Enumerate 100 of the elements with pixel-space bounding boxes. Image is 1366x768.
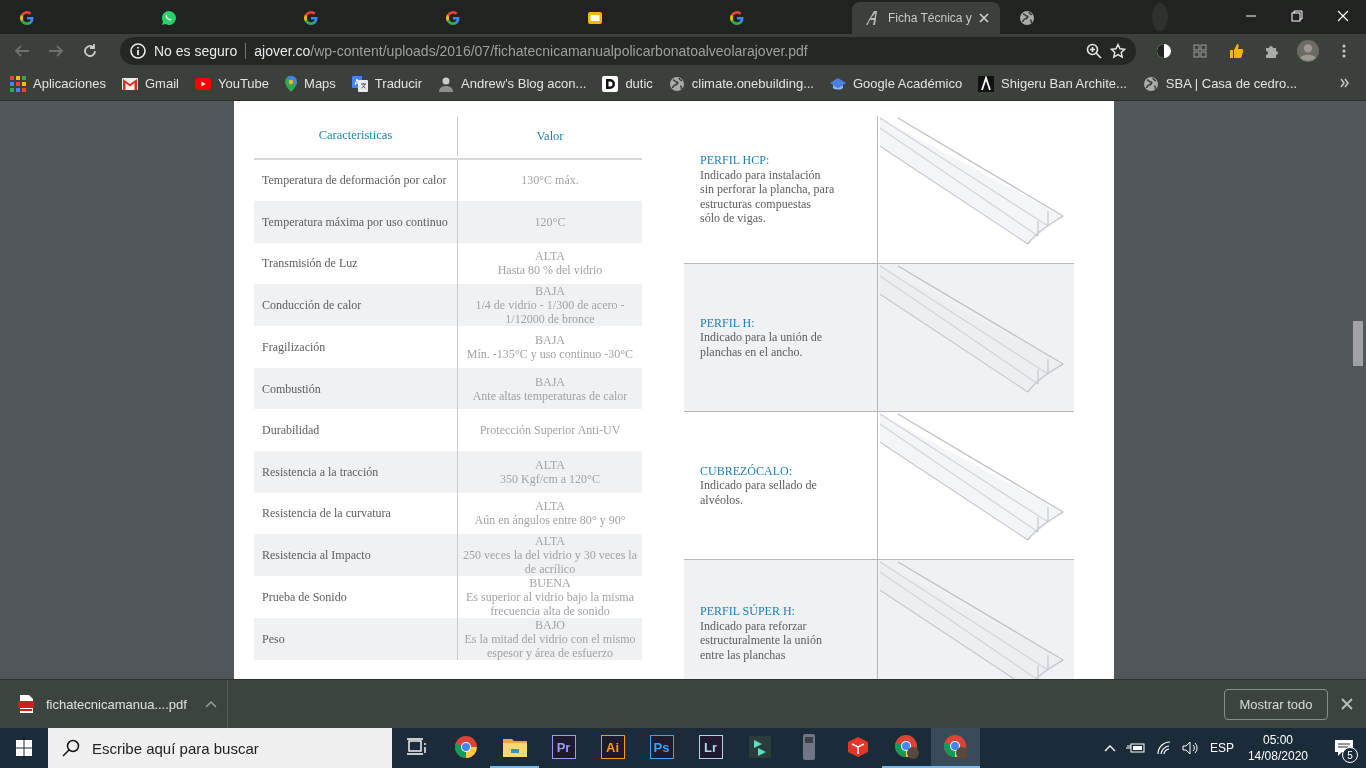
folder-icon (502, 737, 527, 757)
table-cell-text: ALTA Hasta 80 % del vidrio (496, 248, 604, 280)
apps-grid-icon (10, 75, 26, 92)
column-header: Valor (535, 128, 565, 146)
slides-icon (587, 10, 603, 26)
play-icon (194, 77, 211, 90)
app-icon (748, 736, 771, 758)
bookmark[interactable]: dutic (602, 75, 653, 92)
table-cell: Temperatura máxima por uso continuo (254, 201, 458, 243)
notification-count: 5 (1342, 747, 1358, 763)
table-cell: Resistencia a la tracción (254, 451, 458, 493)
address-bar[interactable]: No es seguro ajover.co/wp-content/uploads/2016/07/fichatecnicamanualpolicarbonatoalveolarajover.pdf (120, 36, 1136, 65)
app-icon: Lr (698, 735, 723, 759)
clock[interactable]: 05:00 14/08/2020 (1243, 732, 1312, 764)
url-text: ajover.co/wp-content/uploads/2016/07/fichatecnicamanualpolicarbonatoalveolarajover.pdf (254, 42, 809, 59)
task-view-icon (406, 738, 427, 756)
table-cell-text: 130°C máx. (520, 172, 580, 190)
person-icon (438, 75, 455, 92)
search-icon (62, 739, 80, 757)
table-cell-text: BAJO Es la mitad del vidrio con el mismo espesor y área de esfuerzo (463, 618, 637, 661)
search-box[interactable]: Escribe aquí para buscar (48, 728, 392, 768)
caret-icon[interactable] (205, 700, 217, 708)
app-icon: Ps (649, 735, 674, 759)
close-icon (1337, 10, 1349, 22)
column-header: Caracteristicas (254, 115, 458, 156)
chrome-icon (942, 734, 969, 760)
globe-icon (1018, 10, 1035, 26)
product-description: Indicado para reforzar estructuralmente la unión entre las planchas (700, 618, 823, 663)
google-icon (19, 10, 35, 26)
bookmark[interactable]: Shigeru Ban Archite... (978, 75, 1127, 92)
globe-icon (1142, 75, 1159, 92)
product-title: PERFIL H: (700, 315, 756, 331)
bookmark[interactable]: Google Académico (830, 75, 963, 92)
bookmark[interactable]: Aplicaciones (10, 75, 106, 92)
scrollbar-thumb[interactable] (1353, 320, 1363, 366)
logo-icon (978, 75, 995, 92)
battery-icon[interactable] (1125, 742, 1146, 754)
table-cell-text: BAJA 1/4 de vidrio - 1/300 de acero - 1/12000 de bronce (474, 284, 626, 327)
table-cell: Resistencia al Impacto (254, 534, 458, 577)
close-icon (1341, 698, 1353, 710)
reload-icon (82, 42, 98, 59)
product-description: Indicado para la unión de planchas en el ancho. (700, 330, 823, 360)
table-cell: Combustión (254, 367, 458, 410)
product-title: CUBREZÓCALO: (700, 463, 793, 479)
bookmark[interactable]: Traducir (351, 75, 423, 92)
table-cell-text: BAJA Mín. -135°C y uso continuo -30°C (465, 332, 635, 364)
table-cell-text: BAJA Ante altas temperaturas de calor (471, 373, 629, 405)
app-icon (846, 736, 869, 758)
taskbar-app-button[interactable]: Pr (539, 728, 588, 768)
table-cell-text: 120°C (533, 213, 567, 231)
app-icon: Pr (551, 735, 576, 759)
star-icon[interactable] (1110, 42, 1126, 59)
back-icon (14, 42, 30, 59)
bookmark[interactable]: Maps (285, 75, 336, 92)
table-cell: Peso (254, 618, 458, 661)
bookmark[interactable]: SBA | Casa de cedro... (1142, 75, 1298, 92)
table-cell-text: ALTA 350 Kgf/cm a 120°C (499, 456, 601, 488)
chrome-icon (453, 735, 478, 759)
table-cell-text: ALTA Aún en ángulos entre 80° y 90° (473, 498, 627, 530)
close-icon[interactable] (977, 12, 990, 24)
chevron-up-icon[interactable] (1103, 744, 1116, 752)
product-title: PERFIL HCP: (700, 153, 771, 168)
app-icon: Ai (600, 735, 625, 759)
taskbar-app-button[interactable]: Lr (686, 728, 735, 768)
taskbar-app-button[interactable] (931, 728, 980, 768)
mail-icon (122, 77, 138, 90)
google-icon (729, 10, 745, 26)
zoom-icon[interactable] (1086, 42, 1102, 59)
table-cell: Fragilización (254, 326, 458, 368)
taskbar-app-button[interactable]: Ps (637, 728, 686, 768)
language-indicator[interactable]: ESP (1209, 741, 1234, 755)
product-description: Indicado para sellado de alvéolos. (700, 478, 818, 508)
product-description: Indicado para instalación sin perforar la plancha, para estructuras compuestas sólo de vigas. (700, 167, 836, 226)
wifi-icon[interactable] (1155, 741, 1172, 755)
map-pin-icon (285, 75, 298, 92)
security-label: No es seguro (154, 42, 238, 59)
bookmark[interactable]: YouTube (194, 76, 270, 92)
chat-icon (161, 10, 177, 26)
bookmark[interactable]: Gmail (122, 76, 179, 92)
product-title: PERFIL SÚPER H: (700, 604, 796, 619)
table-cell-text: BUENA Es superior al vidrio bajo la misma frecuencia alta de sonido (465, 576, 635, 619)
table-cell-text: ALTA 250 veces la del vidrio y 30 veces la de acrílico (462, 534, 638, 577)
volume-icon[interactable] (1181, 741, 1200, 755)
device-icon (801, 734, 816, 760)
info-icon[interactable] (130, 42, 146, 59)
forward-icon (48, 42, 64, 59)
bookmark[interactable]: climate.onebuilding... (668, 75, 814, 92)
pdf-file-icon (18, 695, 34, 713)
restore-icon (1291, 10, 1303, 22)
table-cell-text: Protección Superior Anti-UV (478, 422, 622, 440)
google-icon (303, 10, 319, 26)
taskbar-app-button[interactable]: Ai (588, 728, 637, 768)
globe-icon (668, 75, 685, 92)
graduation-cap-icon (830, 75, 846, 92)
chrome-icon (893, 734, 920, 760)
bookmark[interactable]: Andrew's Blog acon... (438, 75, 587, 92)
google-icon (445, 10, 461, 26)
browser-tab[interactable]: Ficha Técnica y (852, 2, 1000, 34)
show-all-button[interactable]: Mostrar todo (1224, 688, 1328, 720)
table-cell: Conducción de calor (254, 284, 458, 327)
